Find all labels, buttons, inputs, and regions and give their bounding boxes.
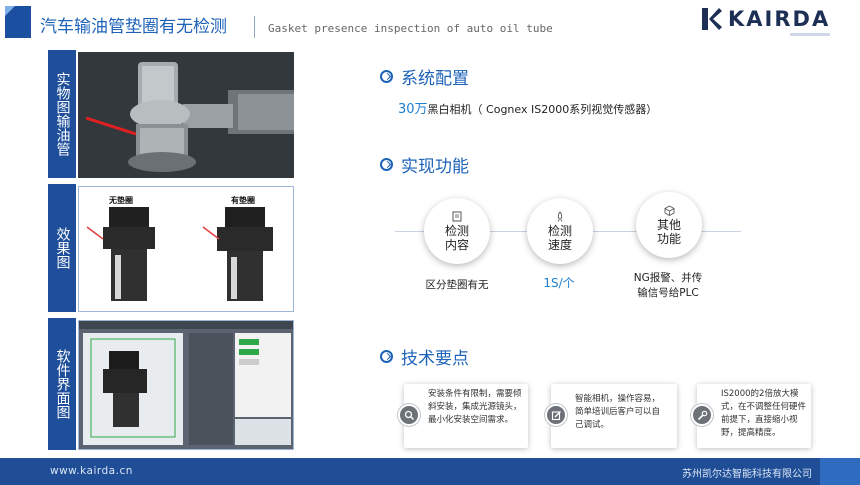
arrow-circle-icon	[380, 158, 393, 171]
edit-icon	[545, 404, 567, 426]
config-highlight: 30万	[398, 102, 428, 117]
tech-card-operation: 智能相机，操作容易，简单培训后客户可以自己调试。	[545, 384, 677, 448]
arrow-circle-icon	[380, 70, 393, 83]
cube-icon	[664, 204, 674, 216]
side-label-product: 实物图输油管	[48, 50, 76, 178]
kairda-logo-icon	[702, 8, 722, 30]
arrow-circle-icon	[380, 350, 393, 363]
brand-logo: KAIRDA	[700, 6, 830, 32]
tech-card-precision: IS2000的2倍放大模式，在不调整任何硬件前提下，直接缩小视野，提高精度。	[691, 384, 811, 448]
function-desc-content: 区分垫圈有无	[425, 279, 489, 291]
oil-tube-photo-image	[78, 52, 294, 178]
tech-card-installation: 安装条件有限制，需要倾斜安装，集成光源镜头，最小化安装空间需求。	[398, 384, 528, 448]
section-tech-heading: 技术要点	[380, 344, 469, 369]
footer-bar: www.kairda.cn 苏州凯尔达智能科技有限公司	[0, 458, 860, 485]
function-circle-speed: 检测 速度	[527, 198, 593, 264]
page-title: 汽车输油管垫圈有无检测	[40, 17, 227, 37]
function-desc-speed: 1S/个	[543, 276, 575, 290]
search-icon	[398, 404, 420, 426]
result-photo: 无垫圈 有垫圈	[78, 186, 294, 312]
page-subtitle: Gasket presence inspection of auto oil t…	[268, 22, 553, 35]
wrench-icon	[691, 404, 713, 426]
brand-name: KAIRDA	[728, 7, 831, 31]
caption-with-gasket: 有垫圈	[231, 196, 255, 205]
footer-website-link[interactable]: www.kairda.cn	[50, 465, 133, 477]
config-description: 30万黑白相机（ Cognex IS2000系列视觉传感器）	[398, 98, 657, 117]
rocket-icon	[557, 210, 563, 222]
header: 汽车输油管垫圈有无检测 Gasket presence inspection o…	[0, 0, 860, 46]
function-desc-other: NG报警、并传 输信号给PLC	[633, 272, 703, 299]
document-icon	[452, 211, 462, 221]
section-config-heading: 系统配置	[380, 64, 469, 89]
product-photo	[78, 52, 294, 178]
software-screenshot	[78, 320, 294, 450]
footer-company-name: 苏州凯尔达智能科技有限公司	[682, 469, 812, 480]
software-ui-image	[79, 321, 293, 449]
function-circle-other: 其他 功能	[636, 192, 702, 258]
section-function-heading: 实现功能	[380, 152, 469, 177]
caption-no-gasket: 无垫圈	[109, 196, 133, 205]
config-text: 黑白相机（ Cognex IS2000系列视觉传感器）	[427, 103, 658, 116]
footer-corner-accent	[820, 458, 860, 485]
brand-underline	[790, 33, 830, 36]
title-divider	[254, 16, 255, 38]
function-circle-content: 检测 内容	[424, 198, 490, 264]
header-accent-block	[5, 6, 31, 38]
side-label-software: 软件界面图	[48, 318, 76, 450]
side-label-result: 效果图	[48, 184, 76, 312]
